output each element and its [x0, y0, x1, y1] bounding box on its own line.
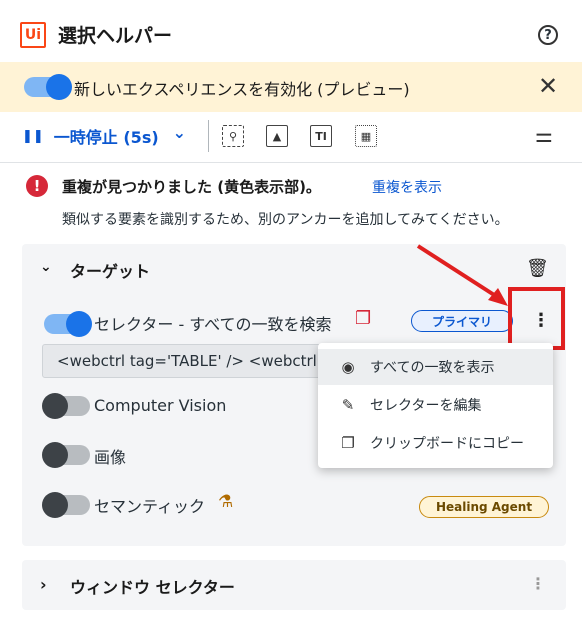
- semantic-toggle[interactable]: [42, 492, 90, 518]
- selector-options-menu: ◉ すべての一致を表示 ✎ セレクターを編集 ❐ クリップボードにコピー: [318, 343, 553, 468]
- copy-icon: ❐: [341, 434, 355, 452]
- healing-agent-badge: Healing Agent: [419, 496, 549, 518]
- annotation-arrow: [416, 244, 508, 306]
- pause-button[interactable]: ❚❚ 一時停止 (5s) ⌄: [22, 123, 186, 148]
- menu-item-copy-clipboard[interactable]: ❐ クリップボードにコピー: [318, 425, 553, 461]
- duplicate-copy-icon[interactable]: ❐: [355, 308, 371, 329]
- menu-item-label: すべての一致を表示: [370, 360, 495, 376]
- flask-icon: ⚗: [218, 492, 234, 512]
- toolbar-separator: [208, 120, 209, 152]
- selector-toggle[interactable]: [44, 311, 92, 337]
- more-options-icon[interactable]: ⋮: [530, 576, 546, 592]
- show-duplicates-link[interactable]: 重複を表示: [372, 177, 442, 197]
- primary-badge: プライマリ: [411, 310, 513, 332]
- selection-helper-panel: Ui 選択ヘルパー ? 新しいエクスペリエンスを有効化 (プレビュー) ✕ ❚❚…: [0, 0, 582, 625]
- pause-label: 一時停止 (5s): [53, 128, 159, 147]
- preview-banner: 新しいエクスペリエンスを有効化 (プレビュー) ✕: [0, 62, 582, 112]
- menu-item-show-all-matches[interactable]: ◉ すべての一致を表示: [318, 349, 553, 385]
- uipath-logo: Ui: [20, 22, 46, 48]
- settings-sliders-icon[interactable]: ⚌: [535, 123, 553, 147]
- toolbar-divider: [0, 162, 582, 163]
- new-experience-toggle[interactable]: [24, 74, 72, 100]
- selector-label: セレクター - すべての一致を検索: [94, 315, 332, 334]
- menu-item-label: クリップボードにコピー: [370, 436, 524, 452]
- chevron-down-icon[interactable]: ⌄: [173, 123, 186, 142]
- menu-item-label: セレクターを編集: [370, 398, 482, 414]
- unlink-icon[interactable]: ⚲: [222, 125, 244, 147]
- close-banner-icon[interactable]: ✕: [538, 72, 558, 100]
- trash-icon[interactable]: 🗑: [526, 258, 549, 279]
- processor-icon[interactable]: ▦: [355, 125, 377, 147]
- computer-vision-label: Computer Vision: [94, 396, 227, 415]
- target-title[interactable]: ターゲット: [70, 258, 150, 282]
- window-selector-section[interactable]: › ウィンドウ セレクター ⋮: [22, 560, 566, 610]
- duplicate-warning-hint: 類似する要素を識別するため、別のアンカーを追加してみてください。: [62, 212, 509, 228]
- more-options-icon[interactable]: ⋮: [532, 312, 550, 330]
- selector-field[interactable]: <webctrl tag='TABLE' /> <webctrl: [42, 344, 332, 378]
- semantic-label: セマンティック: [94, 497, 206, 516]
- computer-vision-toggle[interactable]: [42, 393, 90, 419]
- panel-title: 選択ヘルパー: [58, 25, 173, 47]
- image-icon[interactable]: ▲: [266, 125, 288, 147]
- chevron-right-icon[interactable]: ›: [40, 575, 47, 594]
- chevron-down-icon[interactable]: ⌄: [40, 259, 52, 275]
- help-icon[interactable]: ?: [538, 25, 558, 45]
- duplicate-warning-title: 重複が見つかりました (黄色表示部)。: [62, 178, 321, 196]
- pause-icon: ❚❚: [22, 128, 44, 144]
- menu-item-edit-selector[interactable]: ✎ セレクターを編集: [318, 387, 553, 423]
- new-experience-label: 新しいエクスペリエンスを有効化 (プレビュー): [74, 80, 410, 99]
- image-label: 画像: [94, 448, 127, 467]
- text-icon[interactable]: TI: [310, 125, 332, 147]
- error-icon: !: [26, 175, 48, 197]
- image-toggle[interactable]: [42, 442, 90, 468]
- window-selector-title: ウィンドウ セレクター: [70, 578, 235, 597]
- edit-icon: ✎: [341, 396, 355, 414]
- eye-icon: ◉: [341, 358, 355, 376]
